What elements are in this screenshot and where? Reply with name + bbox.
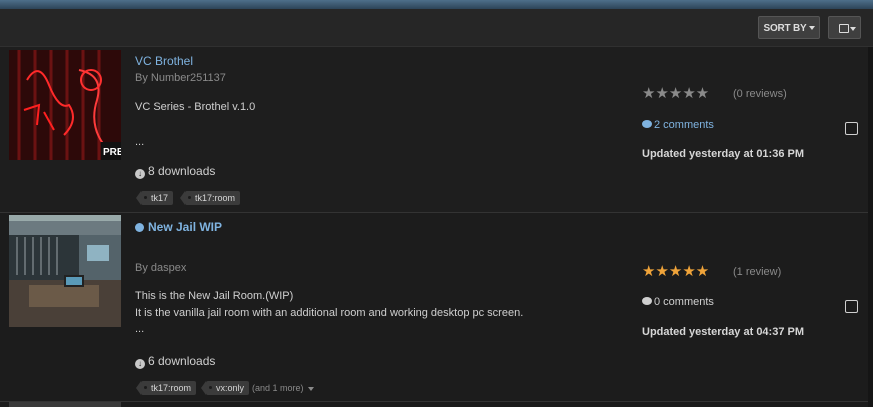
review-count: (1 review) <box>733 266 782 278</box>
item-title-text: New Jail WIP <box>148 220 223 234</box>
comment-icon <box>642 297 652 305</box>
chevron-down-icon <box>308 386 315 391</box>
thumbnail-image: PRE <box>9 50 121 160</box>
comment-icon <box>642 120 652 128</box>
item-description-line: This is the New Jail Room.(WIP) <box>135 290 294 302</box>
file-thumbnail[interactable]: PRE <box>9 50 121 160</box>
comments-link[interactable]: 2 comments <box>642 119 714 131</box>
item-description: VC Series - Brothel v.1.0 <box>135 101 256 113</box>
description-ellipsis: ... <box>135 136 145 148</box>
comments-link[interactable]: 0 comments <box>642 296 714 308</box>
thumbnail-image <box>9 215 121 327</box>
tag[interactable]: tk17:room <box>179 191 241 205</box>
more-tags-toggle[interactable]: (and 1 more) <box>252 383 315 393</box>
chevron-down-icon <box>850 27 856 31</box>
select-checkbox[interactable] <box>845 300 858 313</box>
downloads-label: 6 downloads <box>148 354 216 368</box>
item-author[interactable]: By Number251137 <box>135 72 226 84</box>
sort-by-button[interactable]: SORT BY <box>758 16 820 39</box>
tag[interactable]: tk17:room <box>135 381 197 395</box>
select-checkbox[interactable] <box>845 122 858 135</box>
list-item: PRE VC Brothel By Number251137 VC Series… <box>0 47 868 213</box>
item-author[interactable]: By daspex <box>135 262 186 274</box>
list-toolbar: SORT BY <box>0 9 873 47</box>
review-count: (0 reviews) <box>733 88 787 100</box>
next-item-thumbnail <box>9 402 121 407</box>
unread-indicator-icon <box>135 223 144 232</box>
comments-label: 2 comments <box>654 119 714 131</box>
tag[interactable]: tk17 <box>135 191 174 205</box>
item-title[interactable]: VC Brothel <box>135 54 193 68</box>
scrollbar-track[interactable] <box>868 47 873 407</box>
downloads-count: ↓ 6 downloads <box>135 354 215 369</box>
updated-time: Updated yesterday at 04:37 PM <box>642 326 805 338</box>
view-mode-icon <box>839 24 849 33</box>
downloads-count: ↓ 8 downloads <box>135 164 215 179</box>
item-description-line: It is the vanilla jail room with an addi… <box>135 307 524 319</box>
download-icon: ↓ <box>135 169 145 179</box>
description-ellipsis: ... <box>135 323 145 335</box>
rating-stars: ★★★★★ <box>642 85 710 102</box>
top-header-strip <box>0 0 873 9</box>
comments-label: 0 comments <box>654 296 714 308</box>
tag[interactable]: vx:only <box>200 381 250 395</box>
thumbnail-badge: PRE <box>103 147 121 158</box>
more-tags-label: (and 1 more) <box>252 383 304 393</box>
item-title[interactable]: New Jail WIP <box>135 220 222 234</box>
updated-time: Updated yesterday at 01:36 PM <box>642 148 805 160</box>
rating-stars: ★★★★★ <box>642 263 710 280</box>
downloads-label: 8 downloads <box>148 164 216 178</box>
sort-by-label: SORT BY <box>763 23 807 34</box>
list-item: New Jail WIP By daspex This is the New J… <box>0 213 868 402</box>
file-thumbnail[interactable] <box>9 215 121 327</box>
chevron-down-icon <box>808 26 815 31</box>
download-icon: ↓ <box>135 359 145 369</box>
view-mode-button[interactable] <box>828 16 861 39</box>
